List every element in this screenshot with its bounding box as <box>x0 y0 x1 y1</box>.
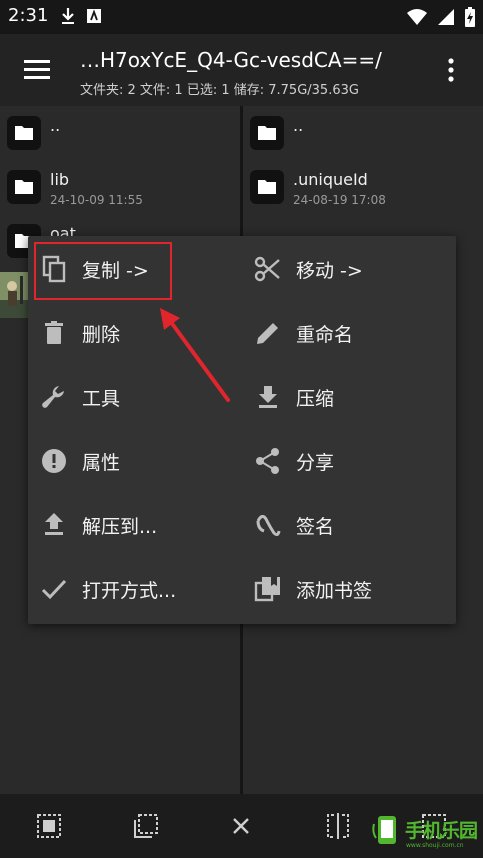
menu-item-properties[interactable]: 属性 <box>30 433 230 489</box>
watermark-text: 手机乐园 <box>405 820 478 842</box>
more-options-icon[interactable] <box>440 56 462 86</box>
download-icon <box>62 8 74 24</box>
path-info: 文件夹: 2 文件: 1 已选: 1 储存: 7.75G/35.63G <box>80 83 359 98</box>
menu-item-add-bookmark[interactable]: 添加书签 <box>244 561 444 617</box>
menu-label: 删除 <box>82 324 121 346</box>
toolbar: …H7oxYcE_Q4-Gc-vesdCA==/ 文件夹: 2 文件: 1 已选… <box>0 34 483 106</box>
watermark-subtext: www.shouji.com.cn <box>406 842 464 849</box>
scissors-icon <box>254 256 280 282</box>
extract-icon <box>45 513 63 535</box>
trash-icon <box>45 321 63 344</box>
menu-label: 移动 -> <box>296 260 363 282</box>
pencil-icon <box>257 323 278 344</box>
menu-label: 解压到... <box>82 516 158 538</box>
select-all-icon[interactable] <box>35 812 63 840</box>
select-inverse-icon[interactable] <box>132 812 160 840</box>
share-icon <box>256 448 279 474</box>
path-title: …H7oxYcE_Q4-Gc-vesdCA==/ <box>80 48 382 72</box>
file-name: .. <box>293 116 304 135</box>
status-bar: 2:31 <box>0 0 483 34</box>
annotation-arrow <box>160 308 230 402</box>
menu-item-sign[interactable]: 签名 <box>244 497 444 553</box>
file-date: 24-08-19 17:08 <box>293 193 386 207</box>
folder-icon <box>7 116 41 150</box>
menu-label: 签名 <box>296 516 335 538</box>
image-thumbnail <box>0 272 28 318</box>
menu-label: 打开方式... <box>82 580 177 602</box>
menu-label: 重命名 <box>296 324 354 346</box>
info-icon <box>42 449 66 473</box>
menu-item-rename[interactable]: 重命名 <box>244 305 444 361</box>
folder-icon <box>250 170 284 204</box>
folder-icon <box>250 116 284 150</box>
menu-item-move[interactable]: 移动 -> <box>244 241 444 297</box>
menu-item-open-with[interactable]: 打开方式... <box>30 561 230 617</box>
file-name: .. <box>50 116 61 135</box>
file-date: 24-10-09 11:55 <box>50 193 143 207</box>
close-icon[interactable] <box>227 812 255 840</box>
menu-label: 压缩 <box>296 388 335 410</box>
app-a-icon <box>87 9 101 23</box>
signature-icon <box>256 514 281 537</box>
wrench-icon <box>42 386 64 408</box>
menu-label: 属性 <box>82 452 121 474</box>
list-item-parent[interactable]: .. <box>0 108 240 162</box>
file-name: lib <box>50 170 70 189</box>
menu-label: 工具 <box>82 388 121 410</box>
highlight-box <box>34 242 172 300</box>
battery-charging-icon <box>465 7 475 27</box>
watermark-logo: 手机乐园 www.shouji.com.cn <box>372 812 480 854</box>
signal-icon <box>438 9 454 25</box>
bookmark-icon <box>254 577 280 602</box>
compare-icon[interactable] <box>324 812 352 840</box>
hamburger-menu-icon[interactable] <box>24 58 50 80</box>
check-icon <box>41 579 67 600</box>
list-item-lib[interactable]: lib 24-10-09 11:55 <box>0 162 240 216</box>
compress-icon <box>259 386 277 408</box>
status-time: 2:31 <box>8 5 49 26</box>
list-item-parent[interactable]: .. <box>243 108 483 162</box>
watermark-phone-icon <box>372 816 396 844</box>
menu-item-share[interactable]: 分享 <box>244 433 444 489</box>
menu-label: 分享 <box>296 452 335 474</box>
menu-item-compress[interactable]: 压缩 <box>244 369 444 425</box>
file-name: .uniqueId <box>293 170 368 189</box>
menu-item-extract-to[interactable]: 解压到... <box>30 497 230 553</box>
folder-icon <box>7 170 41 204</box>
wifi-icon <box>407 9 427 25</box>
list-item-uniqueid[interactable]: .uniqueId 24-08-19 17:08 <box>243 162 483 216</box>
menu-label: 添加书签 <box>296 580 373 602</box>
